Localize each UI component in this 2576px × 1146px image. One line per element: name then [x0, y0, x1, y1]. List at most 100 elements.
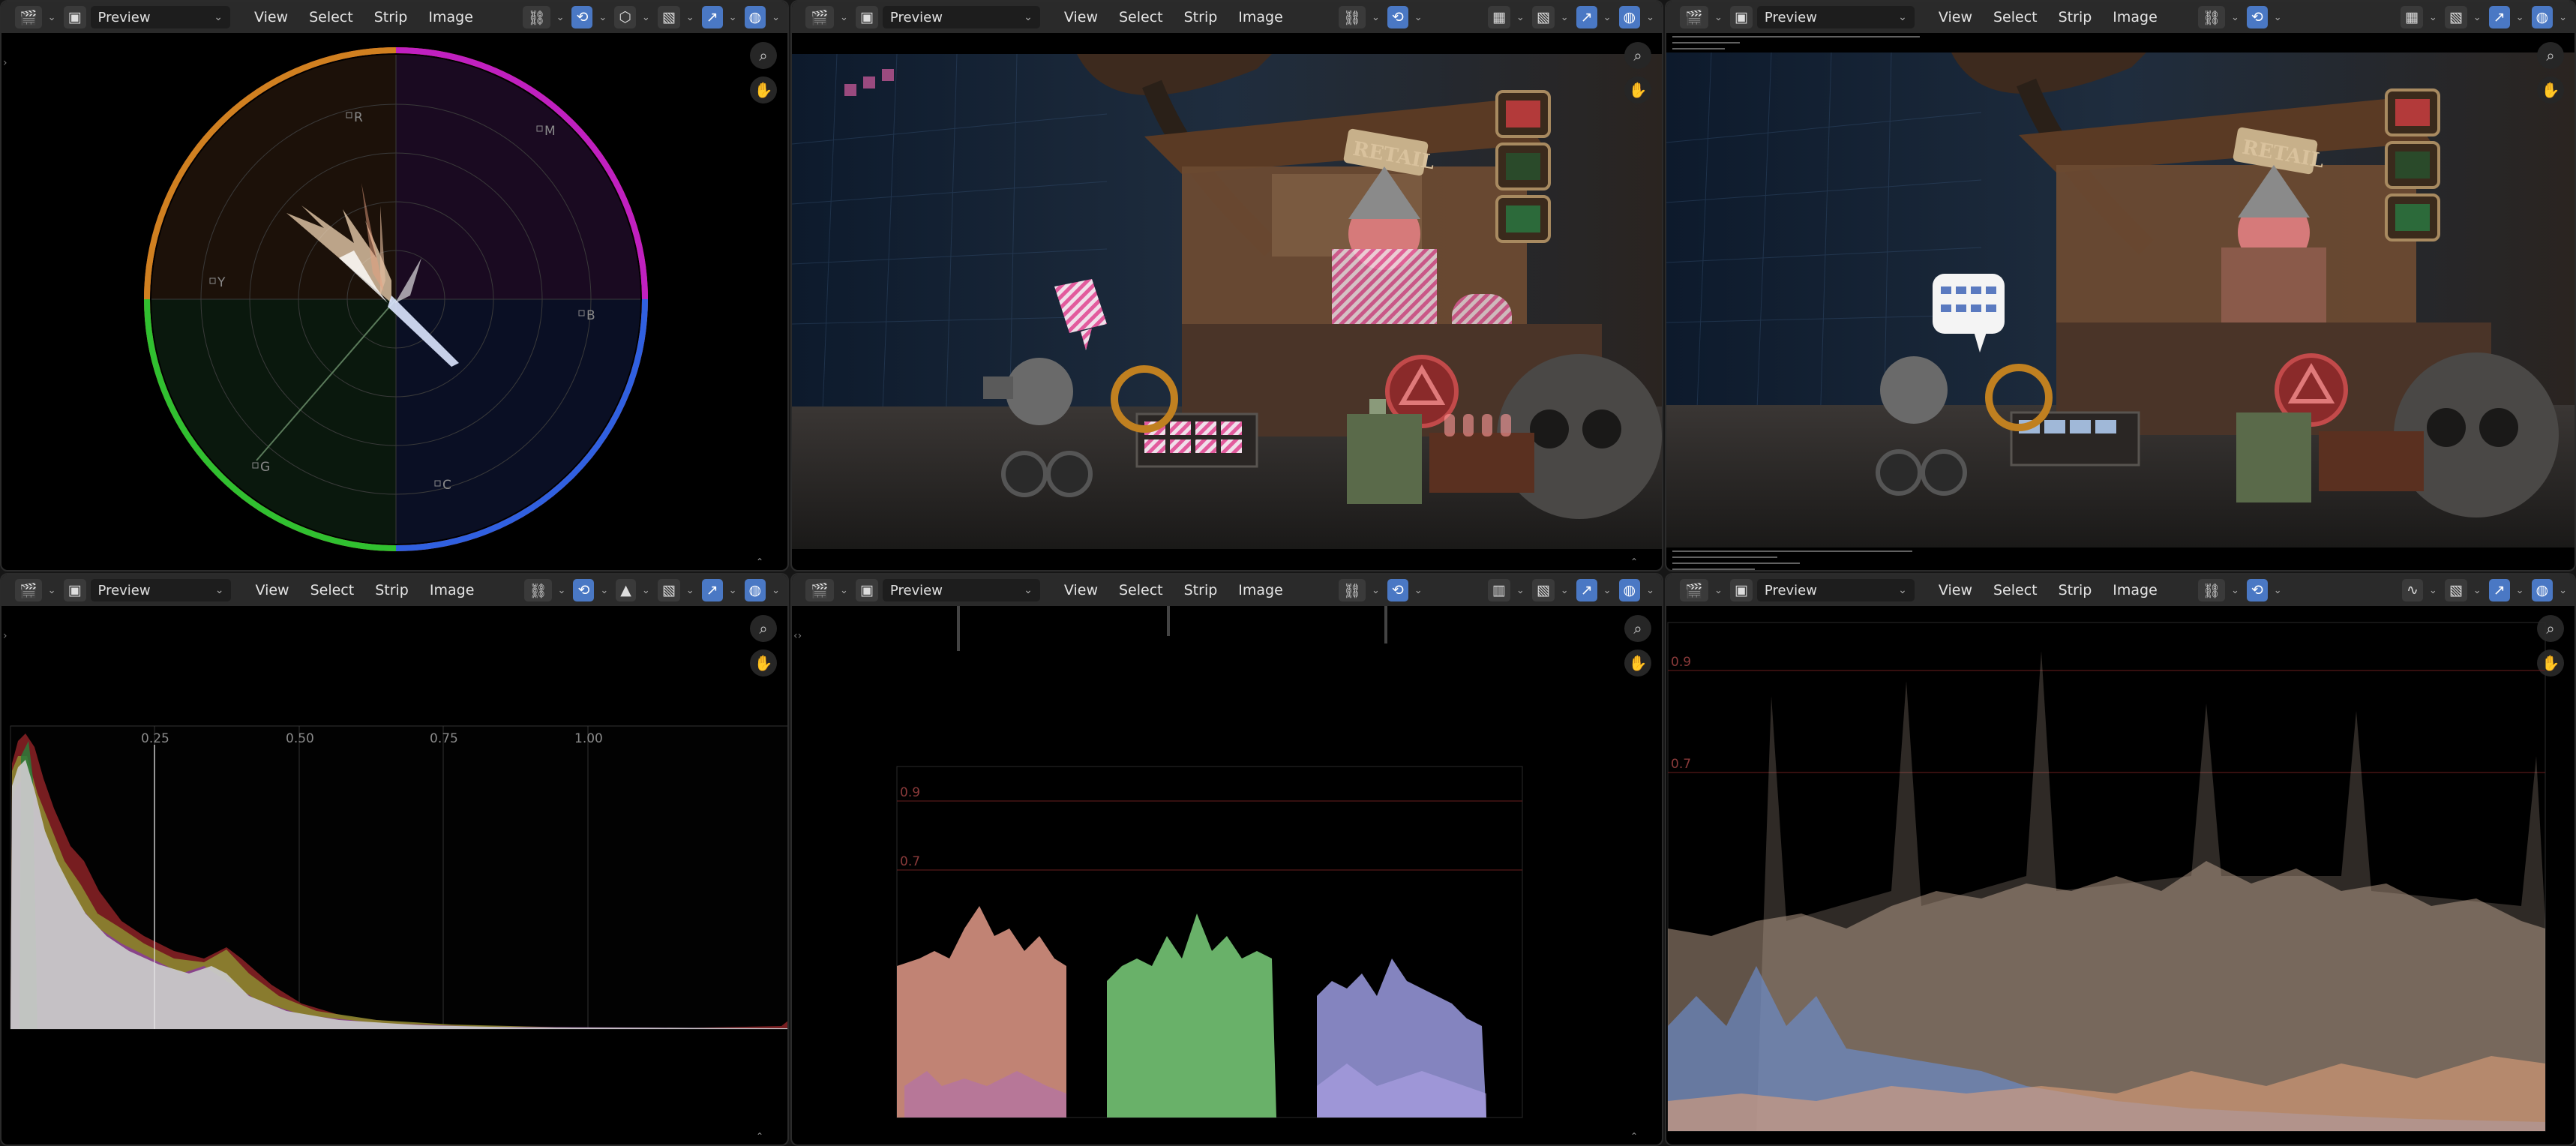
menu-select[interactable]: Select: [1993, 9, 2038, 26]
vectorscope-label-m: M: [544, 124, 556, 139]
menu-view[interactable]: View: [255, 582, 289, 598]
proportional-edit-icon[interactable]: ⟲: [1387, 6, 1408, 28]
menu-view[interactable]: View: [1064, 582, 1098, 598]
proportional-edit-icon[interactable]: ⟲: [2246, 6, 2268, 28]
snap-icon[interactable]: ⛓: [1338, 6, 1366, 28]
view-type-dropdown[interactable]: Preview ⌄: [1756, 579, 1915, 602]
view-type-icon[interactable]: ▣: [63, 6, 86, 28]
menu-image[interactable]: Image: [1238, 582, 1283, 598]
histogram-mode-icon[interactable]: ▲: [616, 579, 636, 602]
overlay-icon[interactable]: ◍: [1618, 6, 1641, 28]
menu-strip[interactable]: Strip: [1184, 582, 1218, 598]
channels-icon[interactable]: ▧: [657, 579, 680, 602]
view-type-dropdown[interactable]: Preview ⌄: [90, 6, 230, 28]
gizmo-icon[interactable]: ↗: [2488, 579, 2510, 602]
view-type-icon[interactable]: ▣: [855, 579, 878, 602]
view-type-label: Preview: [97, 582, 151, 598]
view-type-icon[interactable]: ▣: [855, 6, 878, 28]
editor-type-button[interactable]: 🎬: [805, 579, 834, 602]
chevron-down-icon: ⌄: [728, 584, 737, 596]
menu-strip[interactable]: Strip: [2059, 582, 2092, 598]
menu-view[interactable]: View: [1939, 9, 1972, 26]
proportional-edit-icon[interactable]: ⟲: [2246, 579, 2268, 602]
menu-select[interactable]: Select: [1993, 582, 2038, 598]
chevron-down-icon: ⌄: [772, 584, 780, 596]
waveform-mode-icon[interactable]: ∿: [2401, 579, 2423, 602]
menu-image[interactable]: Image: [430, 582, 475, 598]
menu-strip[interactable]: Strip: [1184, 9, 1218, 26]
area-collapse-icon[interactable]: ⌃: [1630, 1131, 1638, 1142]
editor-preview-render: 🎬 ⌄ ▣ Preview ⌄ View Select Strip Image ⛓ ⌄…: [790, 0, 1663, 572]
gizmo-icon[interactable]: ↗: [1576, 6, 1597, 28]
channels-icon[interactable]: ▧: [1531, 579, 1555, 602]
view-type-icon[interactable]: ▣: [1729, 579, 1753, 602]
view-type-icon[interactable]: ▣: [1729, 6, 1753, 28]
proportional-edit-icon[interactable]: ⟲: [571, 6, 593, 28]
vectorscope-label-y: Y: [217, 275, 226, 290]
editor-type-button[interactable]: 🎬: [15, 6, 42, 28]
menu-image[interactable]: Image: [1238, 9, 1283, 26]
editor-header: 🎬 ⌄ ▣ Preview ⌄ View Select Strip Image ⛓ ⌄…: [1, 2, 787, 33]
gizmo-icon[interactable]: ↗: [701, 579, 723, 602]
view-type-dropdown[interactable]: Preview ⌄: [882, 579, 1040, 602]
parade-mode-icon[interactable]: ▥: [1487, 579, 1510, 602]
menu-image[interactable]: Image: [2113, 9, 2158, 26]
menu-strip[interactable]: Strip: [2059, 9, 2092, 26]
menu-view[interactable]: View: [1939, 582, 1972, 598]
display-mode-icon[interactable]: ▦: [1487, 6, 1510, 28]
gizmo-icon[interactable]: ↗: [701, 6, 723, 28]
overlay-icon[interactable]: ◍: [2531, 579, 2554, 602]
editor-header: 🎬 ⌄ ▣ Preview ⌄ View Select Strip Image ⛓ ⌄…: [1666, 574, 2575, 606]
display-mode-icon[interactable]: ▦: [2400, 6, 2423, 28]
area-collapse-icon[interactable]: ⌃: [756, 556, 763, 567]
display-mode-icon[interactable]: ⬡: [614, 6, 636, 28]
view-type-dropdown[interactable]: Preview ⌄: [882, 6, 1040, 28]
zoom-icon[interactable]: ⌕: [2537, 42, 2564, 69]
chevron-down-icon: ⌄: [1646, 11, 1654, 23]
pan-hand-icon[interactable]: ✋: [2537, 76, 2564, 104]
overlay-icon[interactable]: ◍: [1618, 579, 1641, 602]
menu-select[interactable]: Select: [1119, 582, 1163, 598]
menu-image[interactable]: Image: [2113, 582, 2158, 598]
proportional-edit-icon[interactable]: ⟲: [573, 579, 595, 602]
chevron-down-icon: ⌄: [2428, 584, 2437, 596]
chevron-down-icon: ⌄: [1024, 584, 1033, 596]
menu-select[interactable]: Select: [1119, 9, 1163, 26]
snap-icon[interactable]: ⛓: [524, 579, 552, 602]
menu-select[interactable]: Select: [310, 582, 355, 598]
editor-waveform: 🎬 ⌄ ▣ Preview ⌄ View Select Strip Image ⛓ ⌄…: [1665, 573, 2576, 1146]
snap-icon[interactable]: ⛓: [2197, 6, 2225, 28]
menu-image[interactable]: Image: [428, 9, 473, 26]
menu-strip[interactable]: Strip: [375, 582, 409, 598]
channels-icon[interactable]: ▧: [657, 6, 680, 28]
overlay-icon[interactable]: ◍: [744, 579, 766, 602]
editor-type-button[interactable]: 🎬: [15, 579, 42, 602]
view-type-icon[interactable]: ▣: [63, 579, 86, 602]
editor-type-button[interactable]: 🎬: [805, 6, 834, 28]
channels-icon[interactable]: ▧: [1531, 6, 1555, 28]
channels-icon[interactable]: ▧: [2444, 6, 2467, 28]
menu-view[interactable]: View: [1064, 9, 1098, 26]
editor-type-button[interactable]: 🎬: [1680, 579, 1708, 602]
overlay-icon[interactable]: ◍: [744, 6, 766, 28]
snap-icon[interactable]: ⛓: [2197, 579, 2225, 602]
editor-type-button[interactable]: 🎬: [1680, 6, 1708, 28]
area-collapse-icon[interactable]: ⌃: [756, 1131, 763, 1142]
zoom-icon[interactable]: ⌕: [1624, 42, 1651, 69]
snap-icon[interactable]: ⛓: [1338, 579, 1366, 602]
chevron-down-icon: ⌄: [1898, 11, 1907, 23]
area-collapse-icon[interactable]: ⌃: [1630, 556, 1638, 567]
channels-icon[interactable]: ▧: [2444, 579, 2467, 602]
gizmo-icon[interactable]: ↗: [1576, 579, 1597, 602]
view-type-dropdown[interactable]: Preview ⌄: [90, 579, 232, 602]
snap-icon[interactable]: ⛓: [523, 6, 550, 28]
overlay-icon[interactable]: ◍: [2531, 6, 2554, 28]
gizmo-icon[interactable]: ↗: [2488, 6, 2510, 28]
menu-select[interactable]: Select: [309, 9, 353, 26]
view-type-dropdown[interactable]: Preview ⌄: [1756, 6, 1915, 28]
chevron-down-icon: ⌄: [2559, 584, 2567, 596]
menu-strip[interactable]: Strip: [374, 9, 408, 26]
proportional-edit-icon[interactable]: ⟲: [1387, 579, 1408, 602]
pan-hand-icon[interactable]: ✋: [1624, 76, 1651, 104]
menu-view[interactable]: View: [254, 9, 288, 26]
